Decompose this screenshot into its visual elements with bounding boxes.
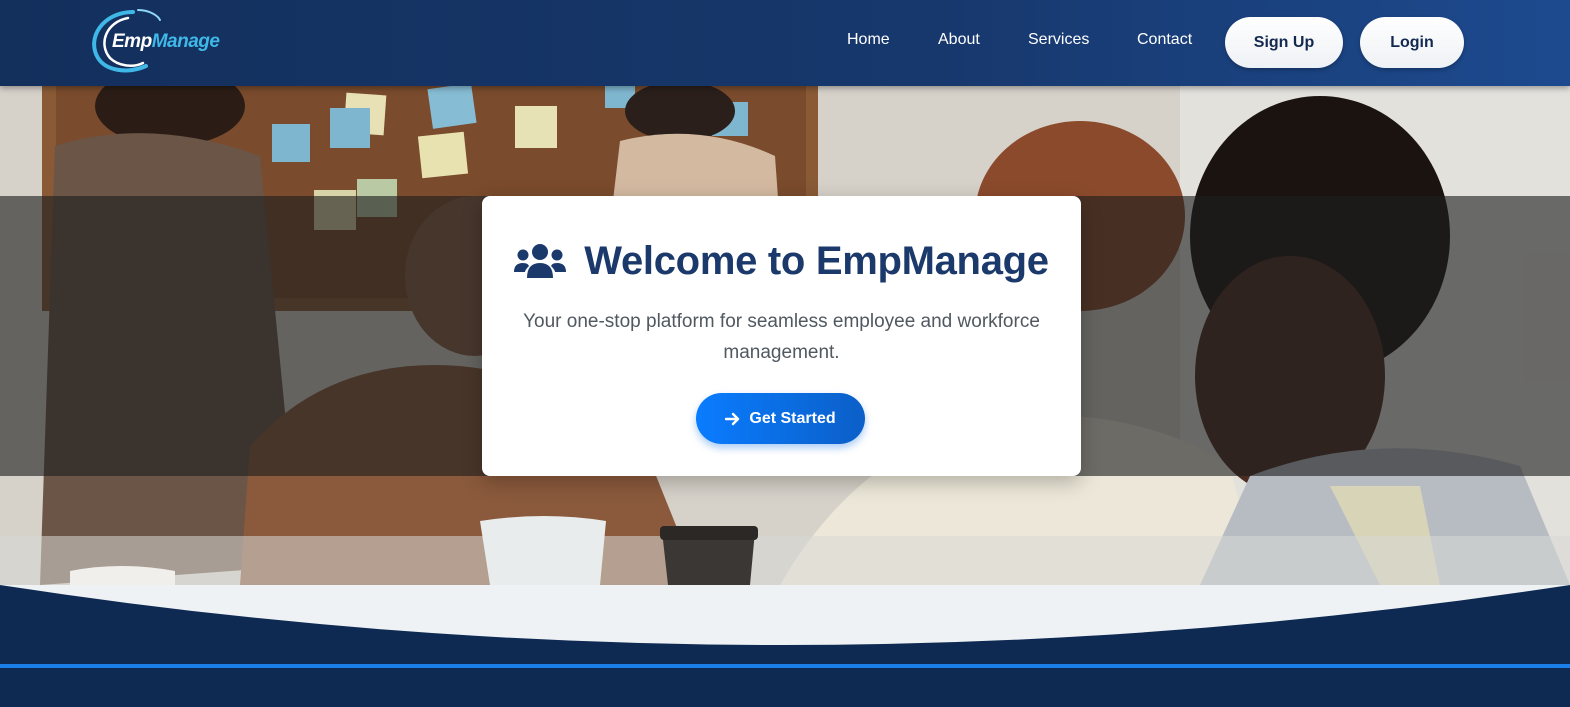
nav-link-home[interactable]: Home — [847, 31, 890, 49]
hero-subtitle: Your one-stop platform for seamless empl… — [523, 311, 1040, 363]
get-started-label: Get Started — [749, 409, 836, 427]
signup-button[interactable]: Sign Up — [1225, 17, 1343, 68]
welcome-card: Welcome to EmpManage Your one-stop platf… — [482, 196, 1081, 476]
top-navbar: EmpManage Home About Services Contact Si… — [0, 0, 1570, 86]
brand-logo[interactable]: EmpManage — [88, 8, 220, 76]
hero-title: Welcome to EmpManage — [584, 238, 1049, 283]
footer-band — [0, 669, 1570, 707]
logo-wordmark: EmpManage — [112, 31, 220, 52]
card-title-row: Welcome to EmpManage — [482, 236, 1081, 286]
get-started-button[interactable]: Get Started — [696, 393, 865, 444]
nav-link-contact[interactable]: Contact — [1137, 31, 1192, 49]
nav-link-services[interactable]: Services — [1028, 31, 1089, 49]
users-icon — [514, 244, 567, 278]
nav-link-about[interactable]: About — [938, 31, 980, 49]
login-button[interactable]: Login — [1360, 17, 1464, 68]
arrow-right-icon — [725, 412, 740, 425]
